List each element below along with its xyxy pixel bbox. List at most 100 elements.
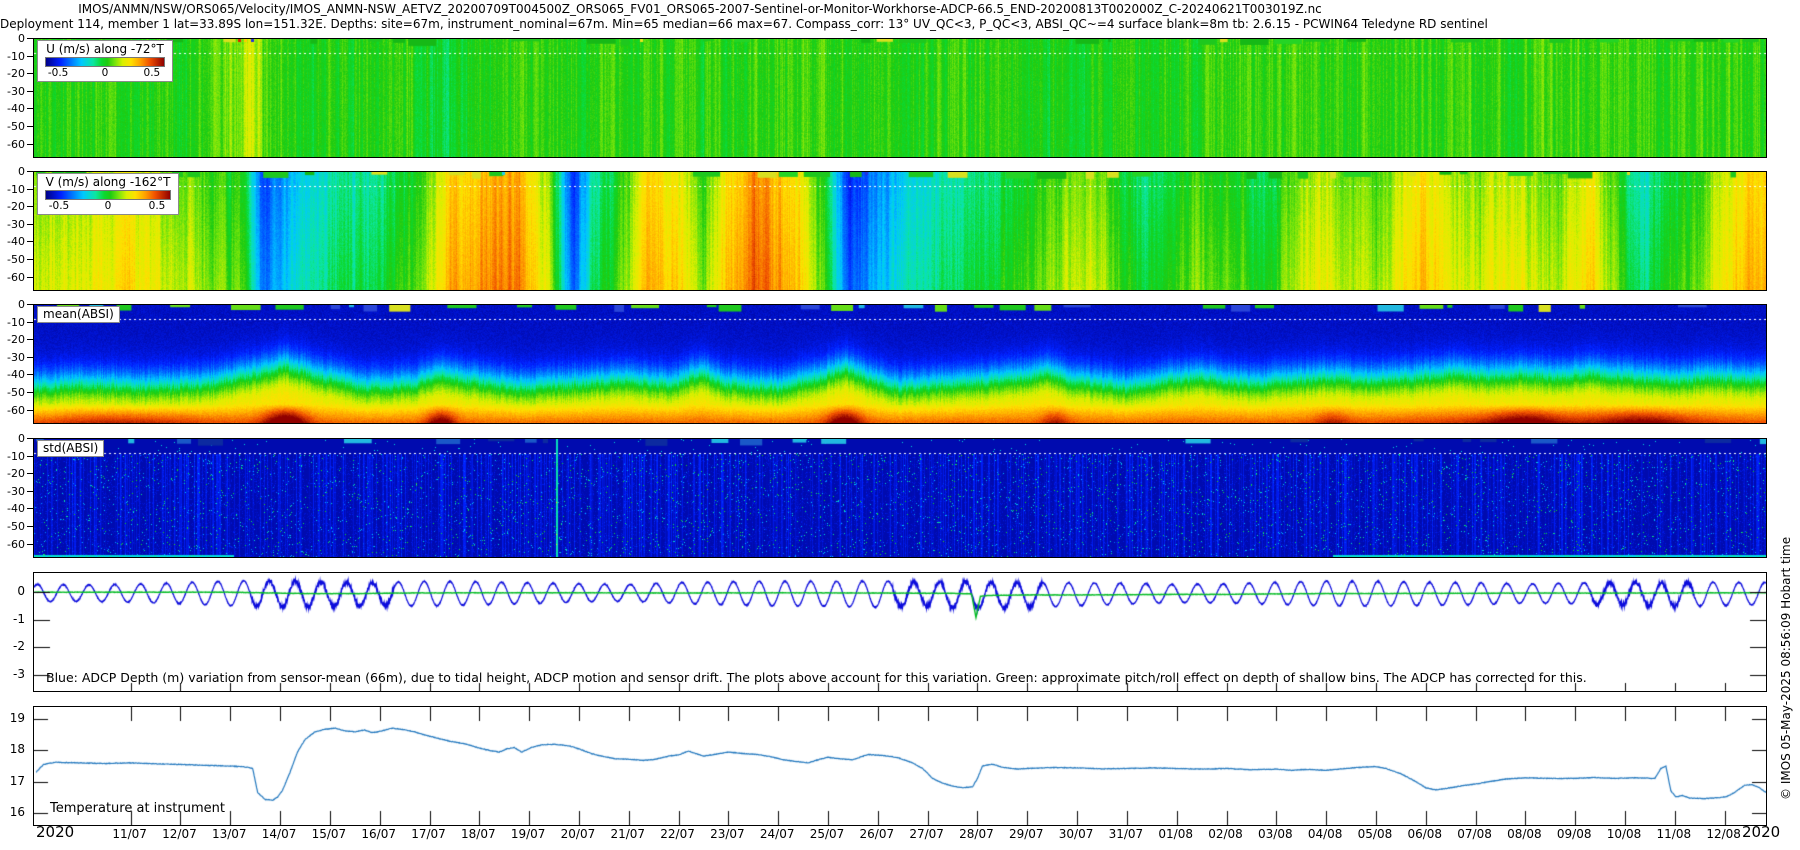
y-tick-label: -30 [0, 485, 25, 498]
y-tick [27, 73, 33, 74]
u-velocity-panel: U (m/s) along -72°T -0.5 0 0.5 [33, 38, 1767, 158]
x-tick-label: 07/08 [1451, 827, 1499, 841]
adcp-deployment-figure: IMOS/ANMN/NSW/ORS065/Velocity/IMOS_ANMN-… [0, 0, 1800, 850]
y-tick [27, 410, 33, 411]
y-tick-label: 0 [0, 432, 25, 445]
temperature-plot [34, 707, 1766, 825]
x-tick-label: 16/07 [355, 827, 403, 841]
y-tick-label: -40 [0, 235, 25, 248]
x-tick-label: 30/07 [1052, 827, 1100, 841]
y-tick-label: -3 [0, 667, 25, 681]
x-axis-year-right: 2020 [1742, 823, 1780, 841]
x-tick-label: 28/07 [952, 827, 1000, 841]
colorbar-tick-label: -0.5 [49, 200, 70, 212]
v-colorbar-legend: V (m/s) along -162°T -0.5 0 0.5 [37, 173, 179, 215]
mean-absi-heatmap [34, 305, 1766, 423]
y-tick-label: -20 [0, 333, 25, 346]
x-tick-label: 02/08 [1202, 827, 1250, 841]
x-tick-label: 11/07 [106, 827, 154, 841]
y-tick [27, 392, 33, 393]
y-tick [27, 456, 33, 457]
y-tick [27, 224, 33, 225]
x-tick-label: 23/07 [703, 827, 751, 841]
y-tick [27, 322, 33, 323]
x-tick-label: 06/08 [1401, 827, 1449, 841]
y-tick [27, 277, 33, 278]
u-colorbar-ticks: -0.5 0 0.5 [38, 67, 172, 79]
y-tick [27, 438, 33, 439]
y-tick-label: -50 [0, 520, 25, 533]
x-tick-label: 20/07 [554, 827, 602, 841]
colorbar-tick-label: 0 [102, 67, 109, 79]
y-tick-label: -30 [0, 85, 25, 98]
y-tick-label: 19 [0, 711, 25, 725]
y-tick [27, 544, 33, 545]
temperature-label: Temperature at instrument [50, 801, 225, 816]
y-tick [27, 38, 33, 39]
y-tick-label: -40 [0, 102, 25, 115]
std-absi-heatmap [34, 439, 1766, 557]
x-tick-label: 10/08 [1600, 827, 1648, 841]
y-tick-label: 18 [0, 742, 25, 756]
y-tick-label: -20 [0, 467, 25, 480]
mean-absi-label: mean(ABSI) [37, 306, 120, 323]
v-legend-title: V (m/s) along -162°T [38, 175, 178, 189]
y-tick [27, 91, 33, 92]
y-tick-label: -60 [0, 138, 25, 151]
y-tick-label: -1 [0, 612, 25, 626]
y-tick-label: -40 [0, 502, 25, 515]
colorbar-tick-label: -0.5 [48, 67, 69, 79]
x-tick-label: 26/07 [853, 827, 901, 841]
y-tick-label: -10 [0, 50, 25, 63]
y-tick-label: -60 [0, 538, 25, 551]
mean-absi-panel: mean(ABSI) [33, 304, 1767, 424]
y-tick [27, 144, 33, 145]
y-tick [27, 206, 33, 207]
y-tick-label: -40 [0, 368, 25, 381]
y-tick [27, 339, 33, 340]
x-tick-label: 09/08 [1550, 827, 1598, 841]
y-tick-label: 0 [0, 32, 25, 45]
x-tick-label: 22/07 [654, 827, 702, 841]
y-tick-label: -10 [0, 316, 25, 329]
x-tick-label: 15/07 [305, 827, 353, 841]
y-tick [27, 374, 33, 375]
temperature-panel: Temperature at instrument [33, 706, 1767, 826]
x-tick-label: 21/07 [604, 827, 652, 841]
y-tick-label: -20 [0, 67, 25, 80]
u-colorbar [45, 57, 165, 67]
y-tick [27, 126, 33, 127]
colorbar-tick-label: 0 [105, 200, 112, 212]
y-tick-label: -10 [0, 450, 25, 463]
std-absi-panel: std(ABSI) [33, 438, 1767, 558]
y-tick [27, 189, 33, 190]
y-tick [27, 304, 33, 305]
y-tick-label: 0 [0, 584, 25, 598]
figure-title-line1: IMOS/ANMN/NSW/ORS065/Velocity/IMOS_ANMN-… [0, 2, 1400, 16]
y-tick-label: -30 [0, 218, 25, 231]
v-velocity-panel: V (m/s) along -162°T -0.5 0 0.5 [33, 171, 1767, 291]
x-tick-label: 03/08 [1251, 827, 1299, 841]
y-tick [27, 171, 33, 172]
std-absi-label: std(ABSI) [37, 440, 104, 457]
imos-copyright-watermark: © IMOS 05-May-2025 08:56:09 Hobart time [1779, 390, 1793, 800]
y-tick [27, 508, 33, 509]
y-tick-label: 17 [0, 774, 25, 788]
depth-variation-panel: Blue: ADCP Depth (m) variation from sens… [33, 572, 1767, 692]
x-tick-label: 24/07 [753, 827, 801, 841]
u-legend-title: U (m/s) along -72°T [38, 42, 172, 56]
colorbar-tick-label: 0.5 [144, 67, 161, 79]
y-tick-label: -2 [0, 639, 25, 653]
y-tick-label: 16 [0, 805, 25, 819]
y-tick-label: -60 [0, 404, 25, 417]
y-tick-label: -20 [0, 200, 25, 213]
x-tick-label: 18/07 [454, 827, 502, 841]
y-tick-label: -50 [0, 253, 25, 266]
v-velocity-heatmap [34, 172, 1766, 290]
x-tick-label: 01/08 [1152, 827, 1200, 841]
y-tick [27, 259, 33, 260]
x-tick-label: 17/07 [405, 827, 453, 841]
colorbar-tick-label: 0.5 [149, 200, 166, 212]
y-tick-label: -60 [0, 271, 25, 284]
y-tick-label: -50 [0, 386, 25, 399]
